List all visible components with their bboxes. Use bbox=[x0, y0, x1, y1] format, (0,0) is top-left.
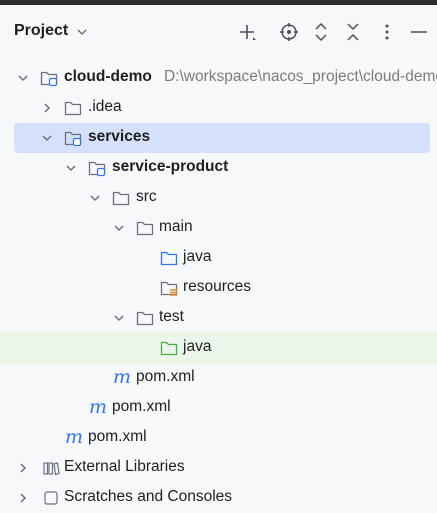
project-view-title[interactable]: Project bbox=[14, 22, 68, 40]
test-folder-icon bbox=[160, 339, 178, 357]
tree-row-pom-product[interactable]: m pom.xml bbox=[0, 363, 437, 393]
maven-icon: m bbox=[89, 396, 108, 418]
chevron-right-icon[interactable] bbox=[16, 461, 30, 475]
chevron-down-icon[interactable] bbox=[112, 311, 126, 325]
tree-row-cloud-demo[interactable]: cloud-demo D:\workspace\nacos_project\cl… bbox=[0, 63, 437, 93]
chevron-down-icon[interactable] bbox=[16, 71, 30, 85]
tree-label-scratches: Scratches and Consoles bbox=[64, 488, 233, 505]
tree-label-resources: resources bbox=[183, 278, 252, 295]
more-icon[interactable] bbox=[376, 21, 398, 43]
folder-icon bbox=[136, 309, 154, 327]
chevron-down-icon[interactable] bbox=[112, 221, 126, 235]
tree-row-services[interactable]: services bbox=[14, 123, 430, 153]
source-folder-icon bbox=[160, 249, 178, 267]
tree-row-idea[interactable]: .idea bbox=[0, 93, 437, 123]
tree-row-main[interactable]: main bbox=[0, 213, 437, 243]
tree-label-idea-name: idea bbox=[92, 98, 122, 115]
tree-row-test[interactable]: test bbox=[0, 303, 437, 333]
chevron-down-icon[interactable] bbox=[64, 161, 78, 175]
tree-row-external-libraries[interactable]: External Libraries bbox=[0, 453, 437, 483]
expand-all-icon[interactable] bbox=[310, 21, 332, 43]
tree-row-src[interactable]: src bbox=[0, 183, 437, 213]
folder-icon bbox=[112, 189, 130, 207]
libraries-icon bbox=[43, 462, 60, 476]
chevron-down-icon[interactable] bbox=[40, 131, 54, 145]
tree-label-src: src bbox=[136, 188, 157, 205]
project-tool-header: Project bbox=[0, 5, 437, 57]
tree-label-idea: .idea bbox=[88, 98, 122, 116]
tree-path-cloud-demo: D:\workspace\nacos_project\cloud-demo bbox=[164, 68, 437, 85]
collapse-all-icon[interactable] bbox=[342, 21, 364, 43]
chevron-right-icon[interactable] bbox=[16, 491, 30, 505]
module-folder-icon bbox=[88, 159, 106, 177]
folder-icon bbox=[136, 219, 154, 237]
tree-label-service-product: service-product bbox=[112, 158, 229, 175]
tree-row-pom-root[interactable]: m pom.xml bbox=[0, 423, 437, 453]
resources-folder-icon bbox=[160, 279, 178, 297]
chevron-down-icon[interactable] bbox=[76, 27, 88, 37]
tree-label-test: test bbox=[159, 308, 184, 325]
tree-label-pom-services: pom.xml bbox=[112, 398, 171, 415]
locate-icon[interactable] bbox=[278, 21, 300, 43]
tree-label-pom-root: pom.xml bbox=[88, 428, 147, 445]
tree-row-scratches[interactable]: Scratches and Consoles bbox=[0, 483, 437, 513]
tree-row-java-test[interactable]: java bbox=[0, 333, 437, 363]
tree-label-java-main: java bbox=[183, 248, 212, 265]
maven-icon: m bbox=[113, 366, 132, 388]
tree-row-resources[interactable]: resources bbox=[0, 273, 437, 303]
tree-row-java-main[interactable]: java bbox=[0, 243, 437, 273]
tree-label-pom-product: pom.xml bbox=[136, 368, 195, 385]
tree-label-cloud-demo: cloud-demo bbox=[64, 68, 152, 85]
tree-label-main: main bbox=[159, 218, 193, 235]
tree-row-pom-services[interactable]: m pom.xml bbox=[0, 393, 437, 423]
minimize-icon[interactable] bbox=[408, 21, 430, 43]
scratches-icon bbox=[44, 491, 58, 505]
tree-label-java-test: java bbox=[183, 338, 212, 355]
folder-icon bbox=[64, 99, 82, 117]
maven-icon: m bbox=[65, 426, 84, 448]
chevron-right-icon[interactable] bbox=[40, 101, 54, 115]
chevron-down-icon[interactable] bbox=[88, 191, 102, 205]
module-folder-icon bbox=[40, 69, 58, 87]
plus-icon[interactable] bbox=[236, 21, 258, 43]
tree-label-external-libraries: External Libraries bbox=[64, 458, 185, 475]
module-folder-icon bbox=[64, 129, 82, 147]
tree-label-services: services bbox=[88, 128, 151, 145]
tree-row-service-product[interactable]: service-product bbox=[0, 153, 437, 183]
